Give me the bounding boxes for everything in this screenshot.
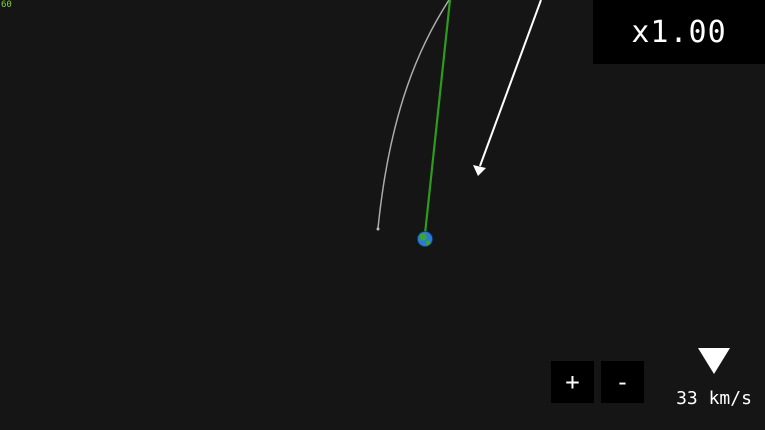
velocity-readout: 33 km/s: [676, 388, 752, 409]
zoom-in-button[interactable]: +: [551, 361, 594, 403]
simulation-viewport[interactable]: 60 x1.00 + - 33 km/s: [0, 0, 765, 430]
orbit-trail-end: [376, 227, 380, 231]
time-speed-panel[interactable]: x1.00: [593, 0, 765, 64]
velocity-indicator: 33 km/s: [664, 344, 764, 414]
arrow-icon: [473, 0, 542, 176]
zoom-out-button[interactable]: -: [601, 361, 644, 403]
triangle-down-icon: [698, 348, 730, 374]
time-speed-multiplier: x1.00: [631, 14, 727, 50]
orbit-canvas[interactable]: [0, 0, 765, 430]
earth-icon[interactable]: [417, 231, 433, 247]
